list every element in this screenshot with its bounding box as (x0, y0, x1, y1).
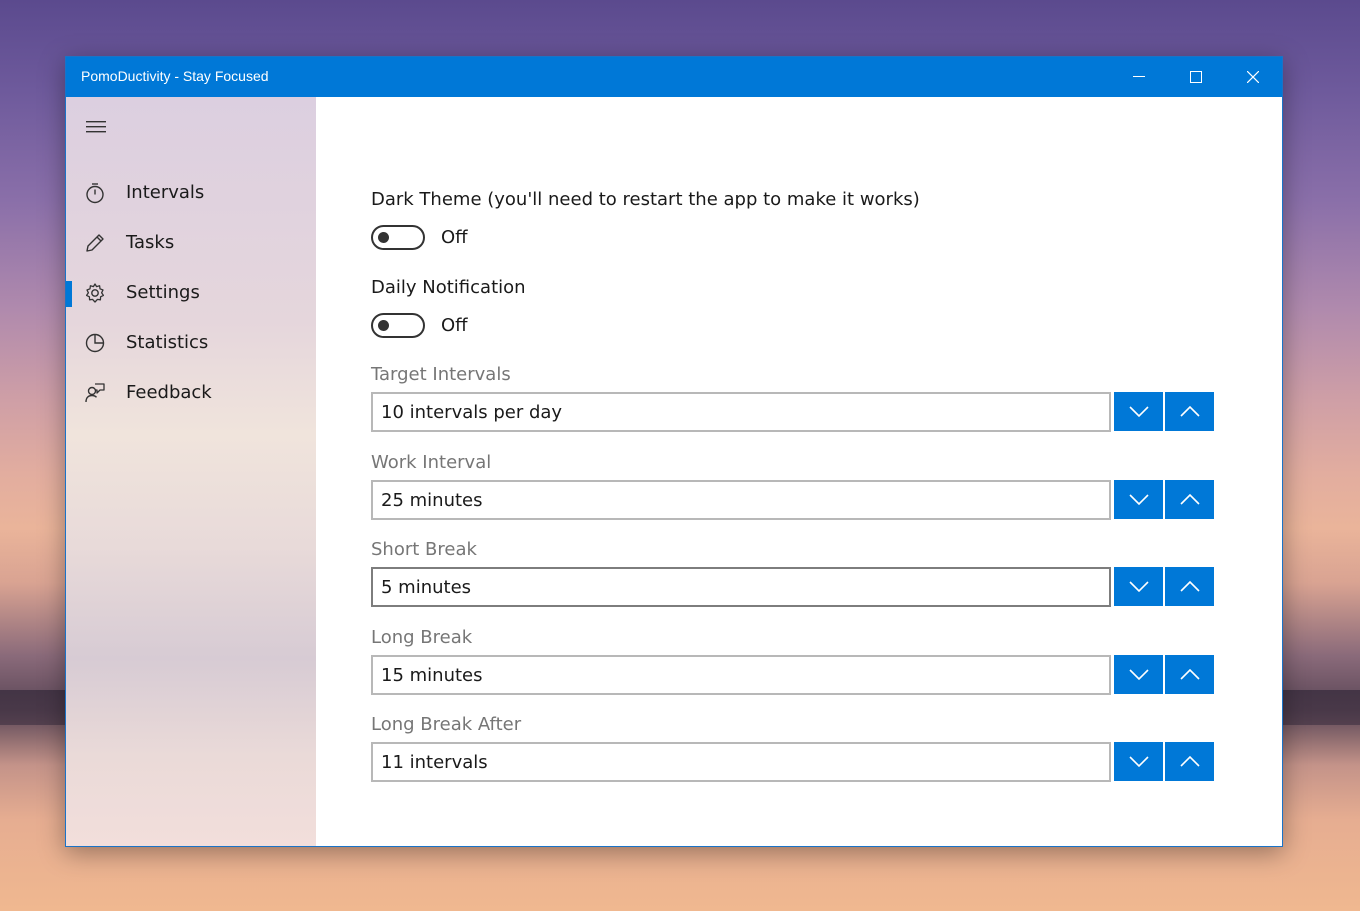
sidebar-item-feedback[interactable]: Feedback (66, 369, 316, 417)
long-break-input[interactable] (371, 655, 1111, 695)
long-break-after-input[interactable] (371, 742, 1111, 782)
chevron-down-icon (1128, 494, 1149, 505)
short-break-label: Short Break (371, 539, 477, 560)
sidebar-item-tasks[interactable]: Tasks (66, 219, 316, 267)
sidebar-item-label: Intervals (126, 182, 205, 203)
dark-theme-toggle[interactable] (371, 225, 425, 250)
sidebar-item-label: Statistics (126, 332, 209, 353)
chevron-up-icon (1179, 669, 1200, 680)
work-interval-decrement-button[interactable] (1114, 480, 1163, 519)
long-break-label: Long Break (371, 627, 473, 648)
pie-chart-icon (85, 333, 105, 353)
chevron-down-icon (1128, 406, 1149, 417)
chevron-down-icon (1128, 756, 1149, 767)
short-break-input[interactable] (371, 567, 1111, 607)
pencil-icon (86, 234, 104, 252)
settings-page: Dark Theme (you'll need to restart the a… (316, 97, 1282, 846)
sidebar-item-label: Tasks (126, 232, 175, 253)
dark-theme-label: Dark Theme (you'll need to restart the a… (371, 189, 920, 210)
daily-notification-label: Daily Notification (371, 277, 526, 298)
daily-notification-state: Off (441, 315, 468, 336)
app-window: PomoDuctivity - Stay Focused Intervals T… (65, 56, 1283, 847)
chevron-up-icon (1179, 756, 1200, 767)
target-intervals-increment-button[interactable] (1165, 392, 1214, 431)
gear-icon (85, 283, 105, 303)
target-intervals-input[interactable] (371, 392, 1111, 432)
long-break-decrement-button[interactable] (1114, 655, 1163, 694)
chevron-down-icon (1128, 669, 1149, 680)
work-interval-label: Work Interval (371, 452, 492, 473)
work-interval-input[interactable] (371, 480, 1111, 520)
hamburger-icon (86, 121, 106, 133)
chevron-up-icon (1179, 406, 1200, 417)
long-break-after-decrement-button[interactable] (1114, 742, 1163, 781)
long-break-after-increment-button[interactable] (1165, 742, 1214, 781)
long-break-after-label: Long Break After (371, 714, 522, 735)
short-break-decrement-button[interactable] (1114, 567, 1163, 606)
minimize-button[interactable] (1111, 57, 1167, 97)
sidebar: Intervals Tasks Settings Statistics Feed… (66, 97, 316, 846)
long-break-increment-button[interactable] (1165, 655, 1214, 694)
close-button[interactable] (1225, 57, 1281, 97)
sidebar-item-label: Feedback (126, 382, 212, 403)
feedback-icon (85, 383, 105, 403)
maximize-button[interactable] (1168, 57, 1224, 97)
maximize-icon (1190, 71, 1202, 83)
window-title: PomoDuctivity - Stay Focused (81, 68, 269, 84)
target-intervals-label: Target Intervals (371, 364, 511, 385)
daily-notification-toggle[interactable] (371, 313, 425, 338)
sidebar-item-label: Settings (126, 282, 200, 303)
sidebar-item-settings[interactable]: Settings (66, 269, 316, 317)
stopwatch-icon (86, 183, 104, 204)
close-icon (1247, 71, 1259, 83)
work-interval-increment-button[interactable] (1165, 480, 1214, 519)
title-bar[interactable]: PomoDuctivity - Stay Focused (66, 57, 1282, 97)
chevron-up-icon (1179, 581, 1200, 592)
sidebar-item-intervals[interactable]: Intervals (66, 169, 316, 217)
toggle-knob (378, 320, 389, 331)
minimize-icon (1133, 76, 1145, 77)
hamburger-menu-button[interactable] (76, 109, 116, 145)
target-intervals-decrement-button[interactable] (1114, 392, 1163, 431)
sidebar-item-statistics[interactable]: Statistics (66, 319, 316, 367)
chevron-up-icon (1179, 494, 1200, 505)
toggle-knob (378, 232, 389, 243)
chevron-down-icon (1128, 581, 1149, 592)
short-break-increment-button[interactable] (1165, 567, 1214, 606)
dark-theme-state: Off (441, 227, 468, 248)
selection-indicator (66, 281, 72, 307)
